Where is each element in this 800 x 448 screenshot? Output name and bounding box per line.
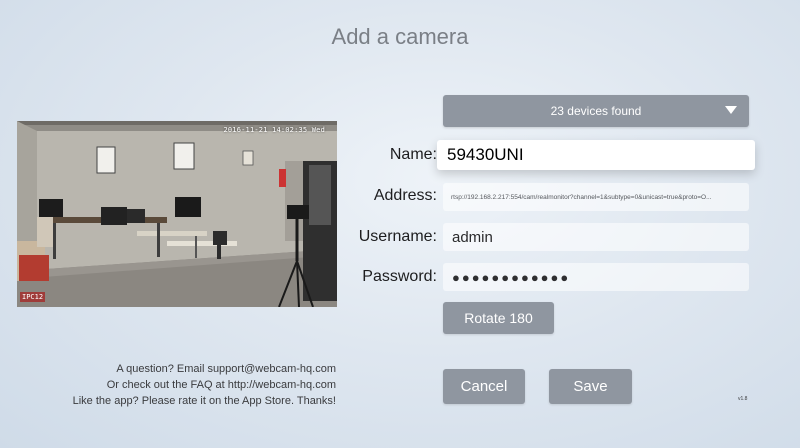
version-label: v1.8 xyxy=(738,396,747,402)
help-line-rate: Like the app? Please rate it on the App … xyxy=(73,393,336,409)
name-label: Name: xyxy=(390,146,437,164)
chevron-down-icon xyxy=(725,106,737,114)
save-button[interactable]: Save xyxy=(549,369,632,404)
help-text: A question? Email support@webcam-hq.com … xyxy=(73,361,336,409)
rotate-180-button[interactable]: Rotate 180 xyxy=(443,302,554,334)
help-line-faq: Or check out the FAQ at http://webcam-hq… xyxy=(73,377,336,393)
password-label: Password: xyxy=(362,268,437,286)
address-field[interactable]: rtsp://192.168.2.217:554/cam/realmonitor… xyxy=(443,183,749,211)
preview-camera-label: IPC12 xyxy=(20,292,45,302)
password-field[interactable]: ●●●●●●●●●●●● xyxy=(443,263,749,291)
page-title: Add a camera xyxy=(0,24,800,50)
username-field[interactable]: admin xyxy=(443,223,749,251)
username-label: Username: xyxy=(359,228,437,246)
help-line-email: A question? Email support@webcam-hq.com xyxy=(73,361,336,377)
preview-timestamp: 2016-11-21 14:02:35 Wed xyxy=(223,126,325,134)
name-field[interactable]: 59430UNI xyxy=(437,140,755,170)
camera-preview-image xyxy=(17,121,337,307)
camera-preview: 2016-11-21 14:02:35 Wed IPC12 xyxy=(17,121,337,307)
cancel-button[interactable]: Cancel xyxy=(443,369,525,404)
devices-dropdown-label: 23 devices found xyxy=(551,104,642,118)
address-label: Address: xyxy=(374,187,437,205)
devices-dropdown[interactable]: 23 devices found xyxy=(443,95,749,127)
